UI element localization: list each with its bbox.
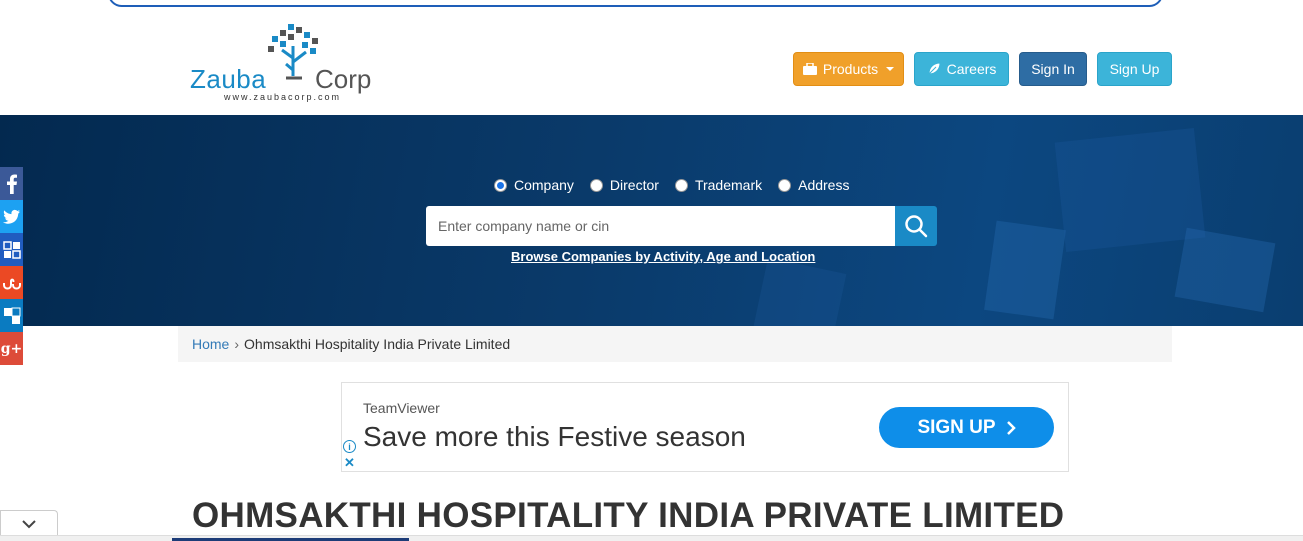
google-plus-glyph-icon: g+ [0,340,23,357]
google-plus-icon[interactable]: g+ [0,332,23,365]
radio-company[interactable]: Company [494,177,574,193]
collapse-tab[interactable] [0,510,58,538]
search-type-radios: Company Director Trademark Address [494,177,849,193]
breadcrumb-separator: › [234,336,240,352]
hero-decoration [1054,127,1206,253]
sign-in-label: Sign In [1031,61,1075,77]
delicious-glyph-icon [2,240,21,259]
company-search-input[interactable] [426,206,895,246]
breadcrumb-home-link[interactable]: Home [192,336,229,352]
share-glyph-icon [3,307,20,324]
logo-corp-text: Corp [315,64,372,94]
search-icon [905,215,928,238]
facebook-glyph-icon [6,174,17,194]
careers-button[interactable]: Careers [914,52,1009,86]
hero-decoration [984,220,1066,320]
logo-url-text: www.zaubacorp.com [224,92,342,102]
products-button[interactable]: Products [793,52,904,86]
radio-address[interactable]: Address [778,177,849,193]
delicious-icon[interactable] [0,233,23,266]
ad-info-icon[interactable]: i [343,440,356,453]
careers-label: Careers [946,61,997,77]
chevron-down-icon [22,520,36,529]
facebook-icon[interactable] [0,167,23,200]
sign-up-button[interactable]: Sign Up [1097,52,1172,86]
leaf-icon [928,62,941,75]
sign-up-label: Sign Up [1109,61,1160,77]
stumbleupon-glyph-icon [2,278,21,290]
radio-circle[interactable] [778,178,792,192]
briefcase-icon [802,63,817,75]
radio-circle[interactable] [589,178,603,192]
social-share-sidebar: g+ [0,167,23,365]
radio-label: Director [609,177,659,193]
radio-label: Trademark [694,177,763,193]
radio-trademark[interactable]: Trademark [674,177,763,193]
radio-circle[interactable] [674,178,688,192]
ad-headline: Save more this Festive season [363,421,746,452]
hero-decoration [753,257,847,326]
twitter-icon[interactable] [0,200,23,233]
breadcrumb: Home › Ohmsakthi Hospitality India Priva… [178,326,1172,362]
zaubacorp-logo[interactable]: Zauba Corp www.zaubacorp.com [188,24,388,104]
caret-down-icon [886,67,895,71]
hero-search-banner: Company Director Trademark Address Brows… [0,115,1303,326]
logo-zauba-text: Zauba [190,64,267,94]
browse-companies-link[interactable]: Browse Companies by Activity, Age and Lo… [511,249,815,264]
radio-circle[interactable] [494,178,507,192]
products-label: Products [822,61,879,77]
company-search-bar [426,206,937,246]
chevron-right-icon [1006,420,1016,435]
share-icon[interactable] [0,299,23,332]
search-button[interactable] [895,206,937,246]
ad-banner[interactable]: TeamViewer Save more this Festive season… [341,382,1069,472]
breadcrumb-current: Ohmsakthi Hospitality India Private Limi… [244,336,511,352]
ad-close-icon[interactable]: ✕ [344,455,355,471]
ad-sign-up-button[interactable]: SIGN UP [879,407,1054,448]
top-search-outline [108,0,1163,7]
sign-in-button[interactable]: Sign In [1019,52,1087,86]
radio-label: Address [798,177,850,193]
ad-cta-label: SIGN UP [917,416,996,438]
radio-label: Company [514,177,574,193]
ad-brand: TeamViewer [363,400,440,416]
site-header: Zauba Corp www.zaubacorp.com Products Ca… [0,10,1303,115]
radio-director[interactable]: Director [589,177,659,193]
company-title: OHMSAKTHI HOSPITALITY INDIA PRIVATE LIMI… [192,496,1065,535]
stumbleupon-icon[interactable] [0,266,23,299]
twitter-glyph-icon [2,209,20,224]
hero-decoration [1174,227,1276,313]
